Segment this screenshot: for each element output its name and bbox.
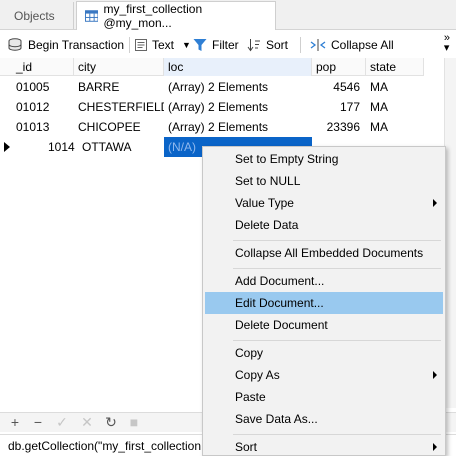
menu-item-add-document[interactable]: Add Document...	[205, 270, 443, 292]
cell-city[interactable]: CHICOPEE	[74, 117, 164, 137]
menu-item-label: Delete Data	[235, 218, 299, 232]
refresh-icon[interactable]: ↻	[104, 415, 118, 429]
collapse-icon	[310, 38, 326, 51]
menu-item-value-type[interactable]: Value Type	[205, 192, 443, 214]
cell-id[interactable]: 01013	[12, 117, 74, 137]
chevron-down-icon: ▼	[182, 39, 191, 50]
tab-collection[interactable]: my_first_collection @my_mon...	[76, 1, 276, 30]
current-row-marker-icon	[4, 142, 10, 152]
menu-item-label: Set to NULL	[235, 174, 301, 188]
menu-item-label: Copy	[235, 346, 264, 360]
menu-item-label: Delete Document	[235, 318, 328, 332]
toolbar-divider	[129, 37, 130, 53]
cell-state[interactable]: MA	[366, 97, 424, 117]
menu-item-label: Save Data As...	[235, 412, 318, 426]
cell-city[interactable]: OTTAWA	[78, 137, 164, 157]
column-header-pop[interactable]: pop	[312, 58, 366, 76]
text-view-label: Text	[152, 37, 175, 52]
delete-record-icon[interactable]: −	[31, 415, 45, 429]
begin-transaction-label: Begin Transaction	[28, 37, 125, 52]
menu-item-edit-document[interactable]: Edit Document...	[205, 292, 443, 314]
tab-objects-label: Objects	[14, 8, 55, 23]
menu-item-label: Edit Document...	[235, 296, 324, 310]
begin-transaction-button[interactable]: Begin Transaction	[8, 31, 124, 58]
text-view-button[interactable]: Text ▼	[135, 31, 191, 58]
cell-id[interactable]: 01005	[12, 77, 74, 97]
filter-icon	[193, 38, 207, 51]
menu-item-label: Set to Empty String	[235, 152, 339, 166]
column-header-state[interactable]: state	[366, 58, 424, 76]
table-icon	[85, 10, 99, 22]
add-record-icon[interactable]: +	[8, 415, 22, 429]
toolbar: Begin Transaction Text ▼ Filter Sort Col…	[0, 31, 456, 58]
menu-item-copy-as[interactable]: Copy As	[205, 364, 443, 386]
query-text: db.getCollection("my_first_collection	[8, 439, 202, 453]
column-header-id[interactable]: _id	[0, 58, 74, 76]
filter-label: Filter	[212, 37, 239, 52]
menu-separator	[233, 340, 441, 341]
context-menu: Set to Empty String Set to NULL Value Ty…	[202, 146, 446, 456]
sort-icon	[247, 38, 260, 51]
tab-collection-label: my_first_collection @my_mon...	[103, 2, 203, 30]
menu-item-copy[interactable]: Copy	[205, 342, 443, 364]
table-row[interactable]: 01005 BARRE (Array) 2 Elements 4546 MA	[0, 77, 424, 97]
cell-city[interactable]: CHESTERFIELD	[74, 97, 164, 117]
menu-item-label: Add Document...	[235, 274, 325, 288]
menu-item-label: Paste	[235, 390, 266, 404]
submenu-arrow-icon	[433, 443, 437, 451]
filter-button[interactable]: Filter	[193, 31, 239, 58]
menu-item-set-null[interactable]: Set to NULL	[205, 170, 443, 192]
tab-bar: Objects my_first_collection @my_mon...	[0, 0, 456, 30]
menu-item-label: Value Type	[235, 196, 294, 210]
grid-header: _id city loc pop state	[0, 58, 424, 76]
menu-separator	[233, 434, 441, 435]
toolbar-divider	[300, 37, 301, 53]
more-toolbar-icon[interactable]: » ▾	[444, 33, 450, 54]
cell-id[interactable]: 01012	[12, 97, 74, 117]
sort-button[interactable]: Sort	[247, 31, 288, 58]
discard-changes-icon[interactable]: ✕	[80, 415, 94, 429]
collapse-all-label: Collapse All	[331, 37, 394, 52]
menu-item-paste[interactable]: Paste	[205, 386, 443, 408]
cell-loc[interactable]: (Array) 2 Elements	[164, 97, 312, 117]
table-row[interactable]: 01012 CHESTERFIELD (Array) 2 Elements 17…	[0, 97, 424, 117]
apply-changes-icon[interactable]: ✓	[55, 415, 69, 429]
cell-pop[interactable]: 23396	[312, 117, 366, 137]
cell-pop[interactable]: 177	[312, 97, 366, 117]
menu-item-label: Sort	[235, 440, 258, 454]
menu-item-save-data-as[interactable]: Save Data As...	[205, 408, 443, 430]
menu-item-label: Copy As	[235, 368, 280, 382]
collapse-all-button[interactable]: Collapse All	[310, 31, 394, 58]
cell-loc[interactable]: (Array) 2 Elements	[164, 117, 312, 137]
menu-item-set-empty-string[interactable]: Set to Empty String	[205, 148, 443, 170]
menu-item-sort[interactable]: Sort	[205, 436, 443, 456]
tab-objects[interactable]: Objects	[6, 2, 74, 29]
cell-pop[interactable]: 4546	[312, 77, 366, 97]
cell-state[interactable]: MA	[366, 117, 424, 137]
text-icon	[135, 38, 147, 51]
submenu-arrow-icon	[433, 199, 437, 207]
stop-icon[interactable]: ■	[127, 415, 141, 429]
menu-item-collapse-embedded[interactable]: Collapse All Embedded Documents	[205, 242, 443, 264]
transaction-icon	[8, 37, 22, 51]
cell-loc[interactable]: (Array) 2 Elements	[164, 77, 312, 97]
menu-item-delete-document[interactable]: Delete Document	[205, 314, 443, 336]
cell-state[interactable]: MA	[366, 77, 424, 97]
menu-separator	[233, 268, 441, 269]
column-header-loc[interactable]: loc	[164, 58, 312, 76]
submenu-arrow-icon	[433, 371, 437, 379]
column-header-city[interactable]: city	[74, 58, 164, 76]
table-row[interactable]: 01013 CHICOPEE (Array) 2 Elements 23396 …	[0, 117, 424, 137]
menu-separator	[233, 240, 441, 241]
menu-item-label: Collapse All Embedded Documents	[235, 246, 424, 260]
cell-city[interactable]: BARRE	[74, 77, 164, 97]
menu-item-delete-data[interactable]: Delete Data	[205, 214, 443, 236]
sort-label: Sort	[266, 37, 289, 52]
